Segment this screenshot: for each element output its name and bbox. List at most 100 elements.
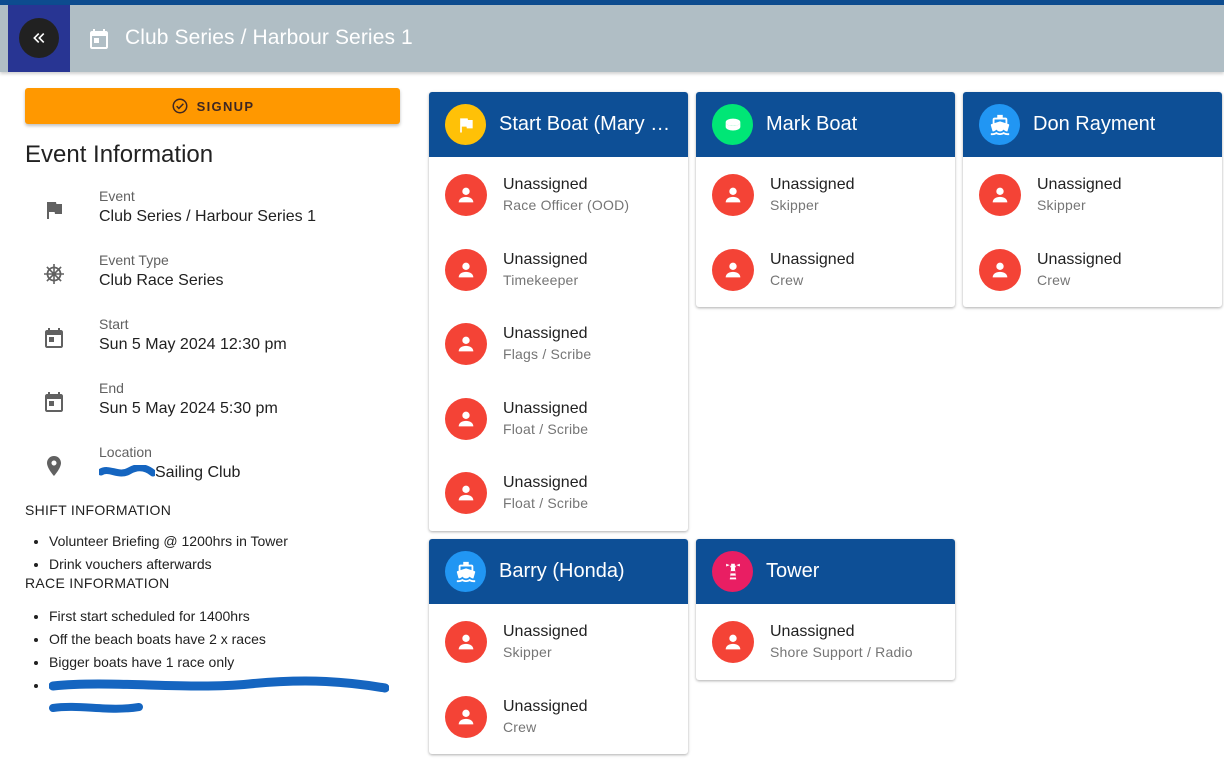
card-avatar [712,551,753,592]
slot-name: Unassigned [1037,250,1122,268]
info-label: Event [99,188,135,204]
avatar [445,174,487,216]
slot-name: Unassigned [503,250,588,268]
race-info-heading: RACE INFORMATION [25,575,170,591]
event-details-panel: SIGNUP Event Information Event Club Seri… [25,88,400,721]
slot-role: Timekeeper [503,271,579,288]
list-item-redacted-link[interactable] [48,676,400,716]
info-item-start: Start Sun 5 May 2024 12:30 pm [25,316,400,380]
volunteer-slot[interactable]: Unassigned Timekeeper [429,232,688,307]
card-avatar [712,104,753,145]
shift-info-list: Volunteer Briefing @ 1200hrs in Tower Dr… [49,532,400,573]
info-value: Sun 5 May 2024 12:30 pm [99,336,287,353]
person-icon [458,709,474,724]
redaction-scribble [99,465,155,477]
slot-role: Skipper [1037,197,1086,213]
volunteer-slot[interactable]: Unassigned Skipper [429,604,688,679]
role-card-mark-boat: Mark Boat Unassigned Skipper Unassigned … [696,92,955,307]
volunteer-slot[interactable]: Unassigned Race Officer (OOD) [429,157,688,232]
info-label: Start [99,316,129,332]
lighthouse-icon [725,563,740,579]
card-header: Mark Boat [696,92,955,157]
slot-name: Unassigned [503,623,588,640]
info-label: Event Type [99,252,169,268]
signup-button[interactable]: SIGNUP [25,88,400,124]
slot-name: Unassigned [770,623,855,640]
avatar [712,174,754,216]
person-icon [458,485,474,501]
flag-icon [47,202,62,219]
location-value: Sailing Club [155,464,241,481]
slot-role: Skipper [503,644,552,660]
info-item-end: End Sun 5 May 2024 5:30 pm [25,380,400,444]
slot-name: Unassigned [503,399,588,417]
role-card-start-boat: Start Boat (Mary … Unassigned Race Offic… [429,92,688,531]
slot-name: Unassigned [503,697,588,715]
slot-role: Race Officer (OOD) [503,197,630,213]
volunteer-slot[interactable]: Unassigned Crew [429,679,688,754]
avatar [445,248,487,291]
calendar-icon [45,328,63,348]
calendar-icon [45,392,63,412]
slot-role: Float / Scribe [503,420,589,437]
boat-icon [456,561,475,582]
info-item-location: Location Sailing Club [25,444,400,508]
avatar [712,248,754,291]
race-info-list: First start scheduled for 1400hrs Off th… [48,607,400,716]
card-header: Tower [696,539,955,604]
role-card-barry-honda: Barry (Honda) Unassigned Skipper Unassig… [429,539,688,754]
buoy-icon [725,118,740,130]
card-title: Mark Boat [766,113,858,135]
slot-role: Crew [770,271,804,288]
avatar [445,323,487,365]
card-avatar [445,104,486,145]
list-item: Bigger boats have 1 race only [49,653,400,671]
avatar [712,621,754,663]
card-avatar [979,104,1020,145]
avatar [445,397,487,440]
slot-role: Float / Scribe [503,495,589,511]
info-value: Club Series / Harbour Series 1 [99,208,316,225]
volunteer-slot[interactable]: Unassigned Crew [963,232,1222,307]
person-icon [725,262,741,277]
slot-name: Unassigned [503,325,588,342]
slot-role: Shore Support / Radio [770,644,913,660]
person-icon [458,187,474,203]
volunteer-slot[interactable]: Unassigned Skipper [696,157,955,232]
card-title: Don Rayment [1033,113,1156,135]
card-header: Barry (Honda) [429,539,688,604]
info-value-location: Sailing Club [99,464,240,482]
avatar [979,248,1021,291]
person-icon [458,411,474,426]
volunteer-slot[interactable]: Unassigned Float / Scribe [429,381,688,456]
slot-name: Unassigned [1037,176,1122,193]
info-value: Club Race Series [99,272,224,289]
avatar [979,174,1021,216]
info-value: Sun 5 May 2024 5:30 pm [99,400,278,417]
volunteer-slot[interactable]: Unassigned Crew [696,232,955,307]
boat-icon [990,114,1009,135]
flag-icon [459,117,473,132]
list-item: First start scheduled for 1400hrs [49,607,400,625]
volunteer-slot[interactable]: Unassigned Skipper [963,157,1222,232]
list-item: Drink vouchers afterwards [49,555,400,573]
page-title: Club Series / Harbour Series 1 [125,26,413,49]
volunteer-slot[interactable]: Unassigned Float / Scribe [429,455,688,530]
signup-label: SIGNUP [196,98,255,114]
volunteer-slot[interactable]: Unassigned Shore Support / Radio [696,604,955,679]
app-header: Club Series / Harbour Series 1 [0,5,1224,72]
info-item-event-type: Event Type Club Race Series [25,252,400,316]
avatar [445,621,487,663]
collapse-nav-button[interactable] [19,18,59,58]
location-pin-icon [47,456,61,476]
list-item: Off the beach boats have 2 x races [49,630,400,648]
volunteer-slot[interactable]: Unassigned Flags / Scribe [429,306,688,381]
nav-rail [8,5,70,72]
info-label: End [99,380,124,396]
info-item-event: Event Club Series / Harbour Series 1 [25,188,400,252]
slot-name: Unassigned [770,250,855,268]
slot-role: Crew [1037,271,1071,288]
slot-name: Unassigned [770,176,855,193]
card-title: Tower [766,560,820,582]
person-icon [725,187,741,203]
